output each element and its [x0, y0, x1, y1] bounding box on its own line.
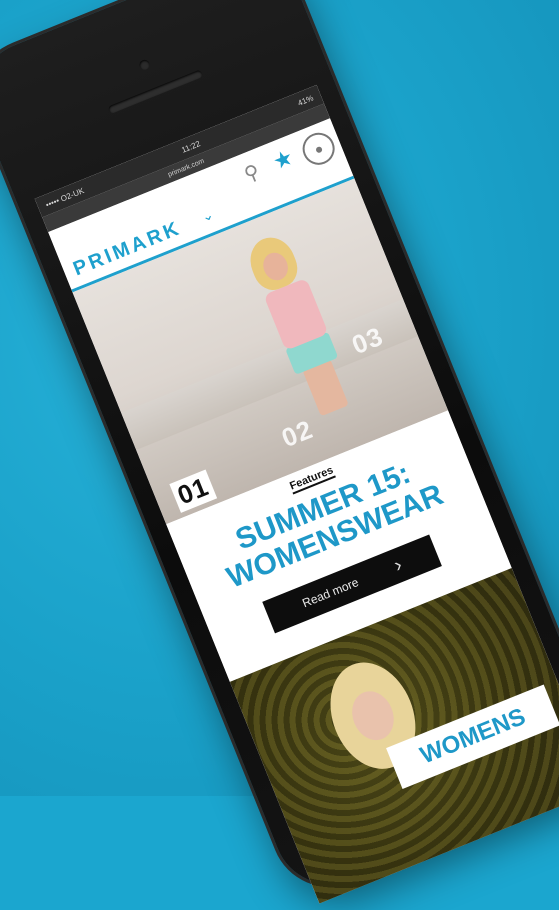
chevron-right-icon: › — [390, 553, 406, 577]
slide-indicator-02[interactable]: 02 — [277, 414, 317, 454]
account-icon[interactable]: ● — [297, 127, 340, 170]
search-icon[interactable]: ⚲ — [235, 156, 269, 190]
read-more-label: Read more — [300, 575, 361, 611]
womens-label[interactable]: WOMENS — [386, 684, 559, 789]
battery-level: 41% — [296, 93, 315, 108]
status-time: 11:22 — [180, 138, 202, 155]
chevron-down-icon[interactable]: ⌄ — [199, 206, 216, 226]
star-icon[interactable]: ★ — [266, 143, 300, 177]
